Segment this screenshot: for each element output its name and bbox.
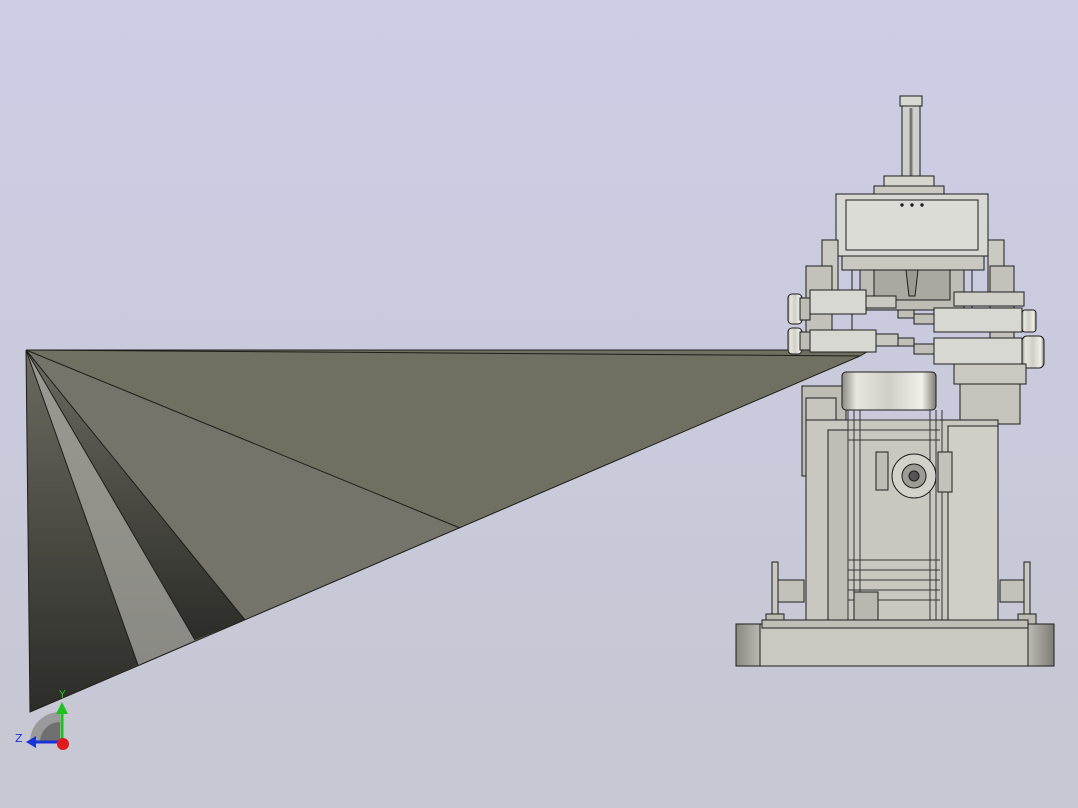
y-axis-label: Y	[59, 688, 66, 701]
x-axis-dot	[57, 738, 69, 750]
y-axis-arrowhead	[56, 702, 68, 714]
top-cylinder	[873, 95, 945, 197]
z-axis-label: Z	[15, 732, 23, 745]
cad-3d-viewport[interactable]: Y Z	[0, 0, 1078, 808]
cad-model-view[interactable]	[0, 0, 1078, 808]
base-plate	[735, 619, 1055, 667]
